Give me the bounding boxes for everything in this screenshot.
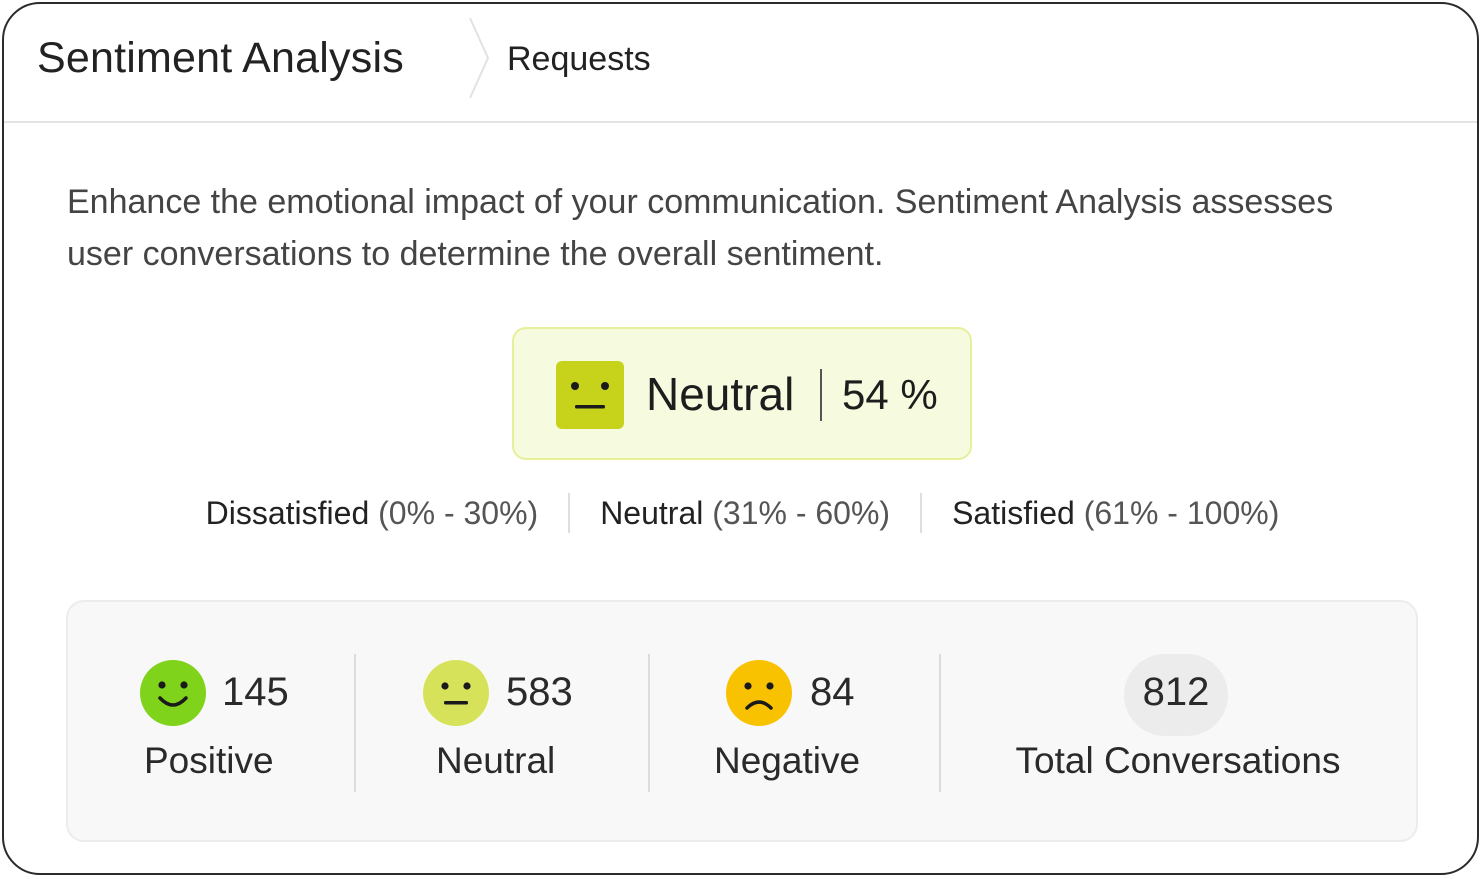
- range-name: Satisfied: [952, 494, 1075, 531]
- overall-sentiment-label: Neutral: [646, 368, 795, 420]
- neutral-face-icon: [556, 361, 624, 429]
- range-neutral: Neutral (31% - 60%): [570, 495, 920, 532]
- conversation-stats-panel: 145 Positive 583 Neutral 84 Negative 812…: [66, 600, 1418, 842]
- range-satisfied: Satisfied (61% - 100%): [922, 495, 1309, 532]
- neutral-label: Neutral: [436, 740, 556, 781]
- range-value: (31% - 60%): [712, 494, 891, 531]
- breadcrumb-requests[interactable]: Requests: [507, 40, 651, 79]
- total-count: 812: [1142, 670, 1210, 714]
- range-name: Dissatisfied: [205, 494, 370, 531]
- negative-label: Negative: [714, 740, 861, 781]
- sentiment-card: Sentiment Analysis Requests Enhance the …: [2, 2, 1479, 875]
- neutral-face-icon: [423, 660, 489, 726]
- header: Sentiment Analysis Requests: [4, 4, 1477, 123]
- range-value: (0% - 30%): [378, 494, 539, 531]
- positive-count: 145: [222, 670, 289, 714]
- range-value: (61% - 100%): [1083, 494, 1280, 531]
- sad-face-icon: [726, 660, 792, 726]
- overall-sentiment-percent: 54 %: [842, 371, 938, 418]
- stat-divider: [648, 654, 650, 792]
- page-title: Sentiment Analysis: [37, 34, 404, 82]
- total-label: Total Conversations: [1015, 740, 1341, 781]
- sentiment-ranges-legend: Dissatisfied (0% - 30%) Neutral (31% - 6…: [4, 491, 1477, 535]
- stat-divider: [354, 654, 356, 792]
- description-text: Enhance the emotional impact of your com…: [67, 183, 1334, 273]
- stat-divider: [939, 654, 941, 792]
- overall-sentiment-badge: Neutral 54 %: [512, 327, 972, 460]
- range-name: Neutral: [600, 494, 704, 531]
- badge-divider: [820, 369, 822, 421]
- breadcrumb-chevron-icon: [469, 18, 490, 98]
- range-dissatisfied: Dissatisfied (0% - 30%): [176, 495, 569, 532]
- neutral-count: 583: [506, 670, 573, 714]
- positive-label: Positive: [144, 740, 274, 781]
- negative-count: 84: [810, 670, 855, 714]
- smiley-face-icon: [140, 660, 206, 726]
